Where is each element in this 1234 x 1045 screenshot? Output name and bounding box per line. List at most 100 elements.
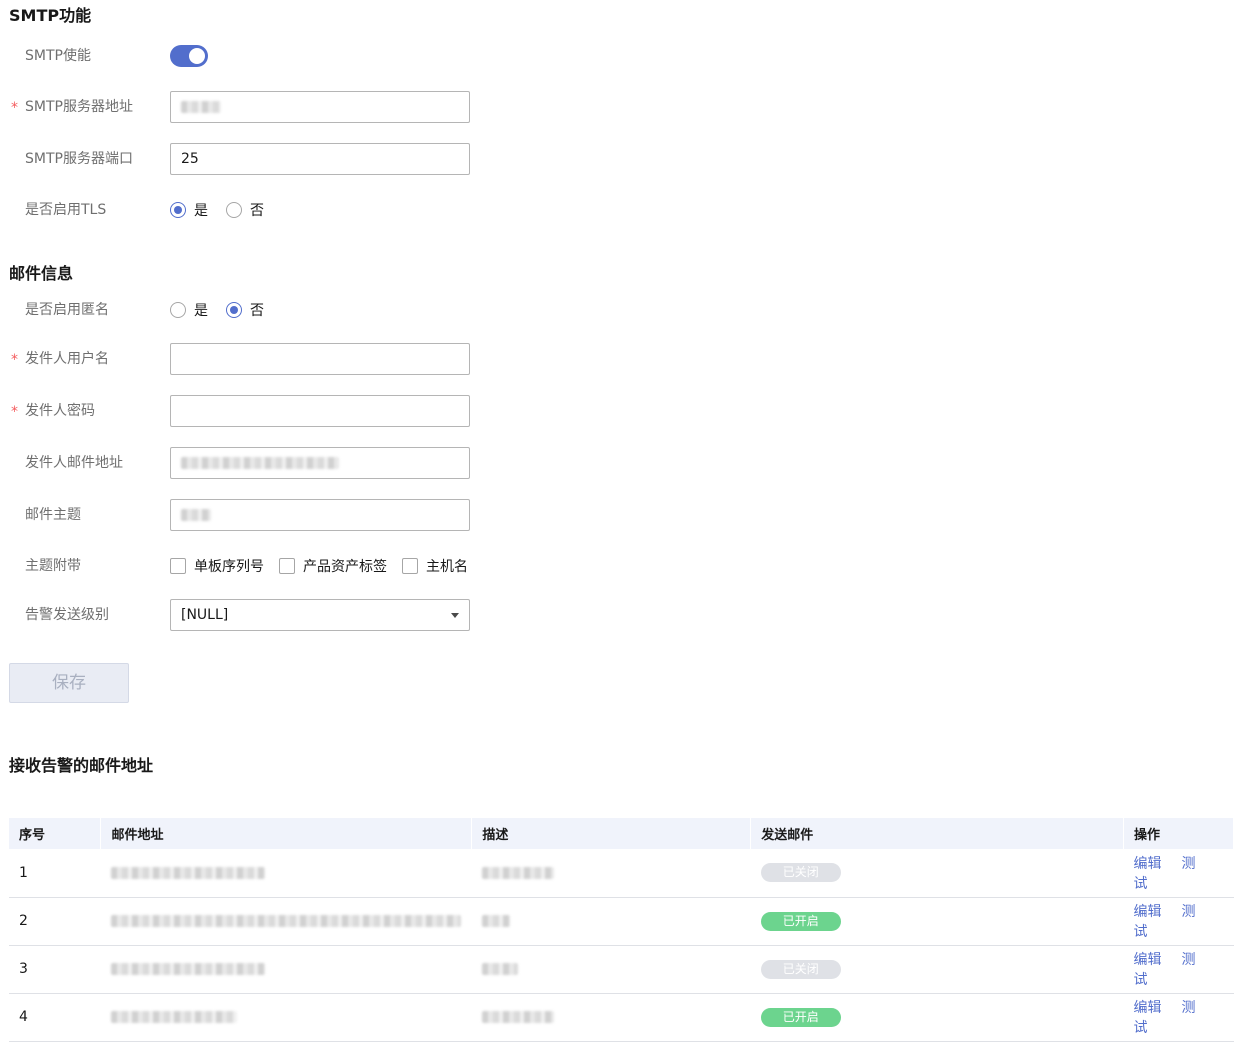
subject-input[interactable] (170, 499, 470, 531)
alarm-level-label: 告警发送级别 (25, 607, 109, 623)
row-email (100, 993, 472, 1042)
chevron-down-icon (451, 613, 459, 618)
smtp-enable-label: SMTP使能 (25, 48, 91, 64)
row-index: 2 (9, 897, 101, 946)
anon-yes-radio[interactable] (170, 302, 186, 318)
anon-no-label: 否 (250, 303, 264, 319)
sender-addr-input[interactable] (170, 447, 470, 479)
table-row: 4 已开启 编辑 测试 (9, 993, 1234, 1042)
table-row: 2 已开启 编辑 测试 (9, 897, 1234, 946)
anon-radio-group: 是 否 (170, 294, 282, 326)
row-send-status: 已开启 (750, 897, 1124, 946)
anon-row: 是否启用匿名 是 否 (0, 294, 600, 326)
alarm-level-value: [NULL] (181, 607, 229, 623)
row-description (471, 897, 751, 946)
redacted-value (481, 963, 518, 975)
smtp-server-addr-label: SMTP服务器地址 (25, 99, 133, 115)
sender-addr-label: 发件人邮件地址 (25, 455, 123, 471)
sender-user-row: * 发件人用户名 (0, 343, 600, 375)
status-badge[interactable]: 已开启 (760, 911, 841, 931)
attach-asset-tag-option[interactable]: 产品资产标签 (279, 556, 387, 576)
subject-attach-row: 主题附带 单板序列号 产品资产标签 主机名 (0, 550, 600, 582)
row-actions: 编辑 测试 (1123, 849, 1234, 898)
subject-row: 邮件主题 (0, 499, 600, 531)
required-asterisk: * (11, 404, 18, 420)
row-actions: 编辑 测试 (1123, 945, 1234, 994)
table-row: 1 已关闭 编辑 测试 (9, 849, 1234, 898)
edit-link[interactable]: 编辑 (1134, 856, 1162, 872)
tls-row: 是否启用TLS 是 否 (0, 194, 600, 226)
subject-label: 邮件主题 (25, 507, 81, 523)
row-send-status: 已关闭 (750, 945, 1124, 994)
row-actions: 编辑 测试 (1123, 897, 1234, 946)
table-row: 3 已关闭 编辑 测试 (9, 945, 1234, 994)
smtp-enable-row: SMTP使能 (0, 40, 600, 72)
toggle-knob (189, 48, 205, 64)
tls-label: 是否启用TLS (25, 202, 107, 218)
row-send-status: 已开启 (750, 993, 1124, 1042)
status-badge[interactable]: 已关闭 (760, 959, 841, 979)
redacted-value (181, 101, 221, 113)
column-header-actions: 操作 (1123, 818, 1234, 849)
alarm-level-select[interactable]: [NULL] (170, 599, 470, 631)
smtp-server-port-label: SMTP服务器端口 (25, 151, 133, 167)
edit-link[interactable]: 编辑 (1134, 904, 1162, 920)
row-index: 3 (9, 945, 101, 994)
smtp-server-addr-input[interactable] (170, 91, 470, 123)
tls-yes-radio[interactable] (170, 202, 186, 218)
attach-asset-tag-label: 产品资产标签 (303, 559, 387, 575)
redacted-value (110, 1011, 237, 1023)
anon-yes-label: 是 (194, 303, 208, 319)
row-description (471, 993, 751, 1042)
row-index: 1 (9, 849, 101, 898)
tls-no-option[interactable]: 否 (226, 200, 264, 220)
status-badge[interactable]: 已关闭 (760, 863, 841, 883)
subject-attach-label: 主题附带 (25, 558, 81, 574)
redacted-value (110, 866, 265, 879)
status-badge[interactable]: 已开启 (760, 1007, 841, 1027)
sender-pwd-input[interactable] (170, 395, 470, 427)
sender-user-label: 发件人用户名 (25, 351, 109, 367)
tls-no-radio[interactable] (226, 202, 242, 218)
recipients-title: 接收告警的邮件地址 (9, 756, 154, 775)
sender-pwd-row: * 发件人密码 (0, 395, 600, 427)
attach-hostname-label: 主机名 (426, 559, 468, 575)
anon-yes-option[interactable]: 是 (170, 300, 208, 320)
tls-yes-option[interactable]: 是 (170, 200, 208, 220)
edit-link[interactable]: 编辑 (1134, 952, 1162, 968)
row-email (100, 849, 472, 898)
attach-serial-label: 单板序列号 (194, 559, 264, 575)
column-header-description: 描述 (471, 818, 752, 849)
sender-pwd-label: 发件人密码 (25, 403, 95, 419)
attach-asset-tag-checkbox[interactable] (279, 558, 295, 574)
sender-user-input[interactable] (170, 343, 470, 375)
redacted-value (481, 915, 510, 927)
redacted-value (181, 509, 211, 521)
row-description (471, 945, 751, 994)
smtp-server-port-input[interactable]: 25 (170, 143, 470, 175)
attach-serial-checkbox[interactable] (170, 558, 186, 574)
required-asterisk: * (11, 352, 18, 368)
save-button[interactable]: 保存 (9, 663, 129, 703)
column-header-email: 邮件地址 (100, 818, 473, 849)
column-header-send-mail: 发送邮件 (750, 818, 1124, 849)
row-description (471, 849, 751, 898)
smtp-server-addr-row: * SMTP服务器地址 (0, 91, 600, 123)
attach-serial-option[interactable]: 单板序列号 (170, 556, 264, 576)
row-email (100, 897, 472, 946)
smtp-server-port-row: SMTP服务器端口 25 (0, 143, 600, 175)
attach-hostname-option[interactable]: 主机名 (402, 556, 468, 576)
tls-yes-label: 是 (194, 203, 208, 219)
redacted-value (110, 963, 265, 975)
row-send-status: 已关闭 (750, 849, 1124, 898)
column-header-index: 序号 (9, 818, 102, 849)
tls-radio-group: 是 否 (170, 194, 282, 226)
anon-no-option[interactable]: 否 (226, 300, 264, 320)
subject-attach-group: 单板序列号 产品资产标签 主机名 (170, 550, 483, 582)
recipients-table: 序号 邮件地址 描述 发送邮件 操作 1 已关闭 编辑 测试 2 已开启 编辑 测试… (9, 818, 1234, 1042)
edit-link[interactable]: 编辑 (1134, 1000, 1162, 1016)
anon-no-radio[interactable] (226, 302, 242, 318)
attach-hostname-checkbox[interactable] (402, 558, 418, 574)
required-asterisk: * (11, 100, 18, 116)
smtp-enable-toggle[interactable] (170, 45, 208, 67)
